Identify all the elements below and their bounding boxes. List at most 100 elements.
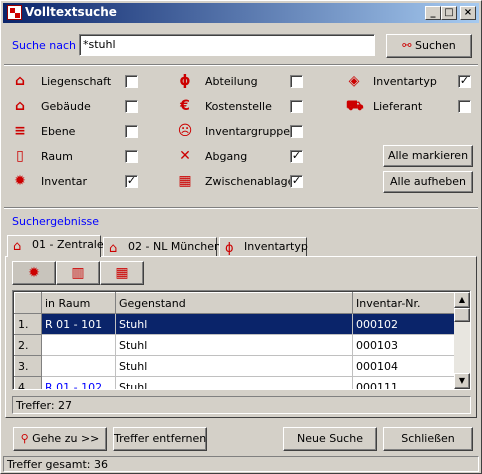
column-header-gegenstand[interactable]: Gegenstand: [115, 292, 353, 314]
filter-checkbox-abgang[interactable]: ✓: [290, 150, 303, 163]
levels-icon: ≡: [14, 123, 26, 139]
binoculars-icon: ⚯: [402, 39, 412, 52]
group-icon: ☹: [177, 123, 193, 139]
goto-button[interactable]: ⚲ Gehe zu >>: [13, 427, 107, 451]
filter-label-zwischenablage: Zwischenablage: [205, 175, 295, 188]
building-icon: ⌂: [13, 239, 22, 254]
search-button-label: Suchen: [415, 39, 456, 52]
filter-checkbox-ebene[interactable]: [125, 125, 138, 138]
inventory-icon: ✹: [14, 173, 26, 189]
hits-panel: Treffer: 27: [12, 396, 471, 414]
minimize-button[interactable]: _: [425, 6, 441, 20]
filter-checkbox-zwischenablage[interactable]: ✓: [290, 175, 303, 188]
house-icon: ⌂: [14, 98, 26, 114]
table-row[interactable]: 1. R 01 - 101 Stuhl 000102: [14, 313, 455, 335]
close-dialog-button[interactable]: Schließen: [383, 427, 473, 451]
filter-label-inventar: Inventar: [41, 175, 88, 188]
cell-inventar-nr: 000111: [352, 376, 455, 389]
clipboard-icon: ▦: [115, 265, 129, 281]
row-number: 1.: [14, 313, 42, 335]
tab-label: 02 - NL München: [128, 240, 222, 253]
truck-icon: ⛟: [346, 98, 364, 114]
filter-label-inventargruppe: Inventargruppe: [205, 125, 291, 138]
filter-checkbox-abteilung[interactable]: [290, 75, 303, 88]
tab-label: 01 - Zentrale: [32, 238, 104, 251]
tab-inventartyp[interactable]: ɸ Inventartyp: [219, 237, 308, 257]
trash-icon: ▥: [71, 265, 85, 281]
filter-label-liegenschaft: Liegenschaft: [41, 75, 112, 88]
remove-hits-button[interactable]: Treffer entfernen: [113, 427, 207, 451]
inventory-view-button[interactable]: ✹: [12, 261, 56, 285]
cell-raum: R 01 - 102: [41, 376, 116, 389]
filter-label-lieferant: Lieferant: [373, 100, 423, 113]
cell-gegenstand: Stuhl: [115, 355, 353, 377]
cell-gegenstand: Stuhl: [115, 313, 353, 335]
row-number: 2.: [14, 334, 42, 356]
clipboard-icon: ▦: [178, 173, 192, 189]
cell-gegenstand: Stuhl: [115, 334, 353, 356]
scroll-up-icon[interactable]: ▲: [454, 292, 470, 308]
search-label: Suche nach: [12, 39, 76, 52]
table-row[interactable]: 4. R 01 - 102 Stuhl 000111: [14, 376, 455, 389]
filter-checkbox-raum[interactable]: [125, 150, 138, 163]
cell-raum: [41, 355, 116, 377]
filter-label-abgang: Abgang: [205, 150, 248, 163]
cell-inventar-nr: 000103: [352, 334, 455, 356]
header-corner: [14, 292, 42, 314]
tab-panel: ✹ ▥ ▦ in Raum Gegenstand Inventar-Nr. 1.…: [5, 256, 477, 418]
building-icon: ⌂: [14, 73, 26, 89]
goto-button-label: Gehe zu >>: [32, 432, 100, 445]
status-text: Treffer gesamt: 36: [7, 458, 108, 471]
search-input[interactable]: *stuhl: [79, 34, 375, 56]
unmark-all-button[interactable]: Alle aufheben: [383, 171, 473, 193]
delete-button[interactable]: ▥: [56, 261, 100, 285]
window-title: Volltextsuche: [25, 5, 117, 19]
column-header-inventar-nr[interactable]: Inventar-Nr.: [352, 292, 455, 314]
header-row: in Raum Gegenstand Inventar-Nr.: [14, 292, 455, 314]
clipboard-button[interactable]: ▦: [100, 261, 144, 285]
vertical-scrollbar[interactable]: ▲ ▼: [454, 292, 470, 389]
filter-checkbox-inventargruppe[interactable]: [290, 125, 303, 138]
app-icon: [7, 5, 22, 20]
walking-person-icon: ⚲: [20, 432, 29, 445]
table-row[interactable]: 3. Stuhl 000104: [14, 355, 455, 377]
filter-label-raum: Raum: [41, 150, 73, 163]
close-button[interactable]: ×: [460, 6, 476, 20]
filter-checkbox-inventar[interactable]: ✓: [125, 175, 138, 188]
cell-inventar-nr: 000104: [352, 355, 455, 377]
people-icon: ɸ: [179, 73, 191, 89]
divider: [4, 207, 478, 209]
search-dialog: Volltextsuche _ □ × Suche nach *stuhl ⚯ …: [0, 0, 482, 474]
filter-label-abteilung: Abteilung: [205, 75, 258, 88]
filter-label-ebene: Ebene: [41, 125, 76, 138]
filter-checkbox-liegenschaft[interactable]: [125, 75, 138, 88]
mark-all-button[interactable]: Alle markieren: [383, 145, 473, 167]
filter-label-kostenstelle: Kostenstelle: [205, 100, 272, 113]
filter-checkbox-lieferant[interactable]: [458, 100, 471, 113]
results-table: in Raum Gegenstand Inventar-Nr. 1. R 01 -…: [14, 292, 455, 389]
inventory-icon: ✹: [28, 265, 40, 281]
scroll-down-icon[interactable]: ▼: [454, 373, 470, 389]
cell-raum: R 01 - 101: [41, 313, 116, 335]
column-header-raum[interactable]: in Raum: [41, 292, 116, 314]
new-search-button[interactable]: Neue Suche: [283, 427, 377, 451]
row-number: 4.: [14, 376, 42, 389]
search-button[interactable]: ⚯ Suchen: [386, 34, 472, 58]
cell-gegenstand: Stuhl: [115, 376, 353, 389]
euro-icon: €: [180, 98, 190, 114]
type-icon: ◈: [348, 73, 360, 89]
maximize-button[interactable]: □: [441, 6, 457, 20]
x-icon: ✕: [179, 148, 191, 164]
tab-nl-muenchen[interactable]: ⌂ 02 - NL München: [103, 237, 221, 257]
filter-checkbox-kostenstelle[interactable]: [290, 100, 303, 113]
table-row[interactable]: 2. Stuhl 000103: [14, 334, 455, 356]
cell-inventar-nr: 000102: [352, 313, 455, 335]
tab-zentrale[interactable]: ⌂ 01 - Zentrale: [7, 235, 104, 257]
results-section-label: Suchergebnisse: [12, 215, 100, 228]
results-grid[interactable]: in Raum Gegenstand Inventar-Nr. 1. R 01 -…: [12, 290, 471, 390]
scroll-thumb[interactable]: [454, 308, 470, 322]
filter-checkbox-geb-ude[interactable]: [125, 100, 138, 113]
search-input-value: *stuhl: [83, 38, 116, 51]
tab-label: Inventartyp: [244, 240, 308, 253]
filter-checkbox-inventartyp[interactable]: ✓: [458, 75, 471, 88]
